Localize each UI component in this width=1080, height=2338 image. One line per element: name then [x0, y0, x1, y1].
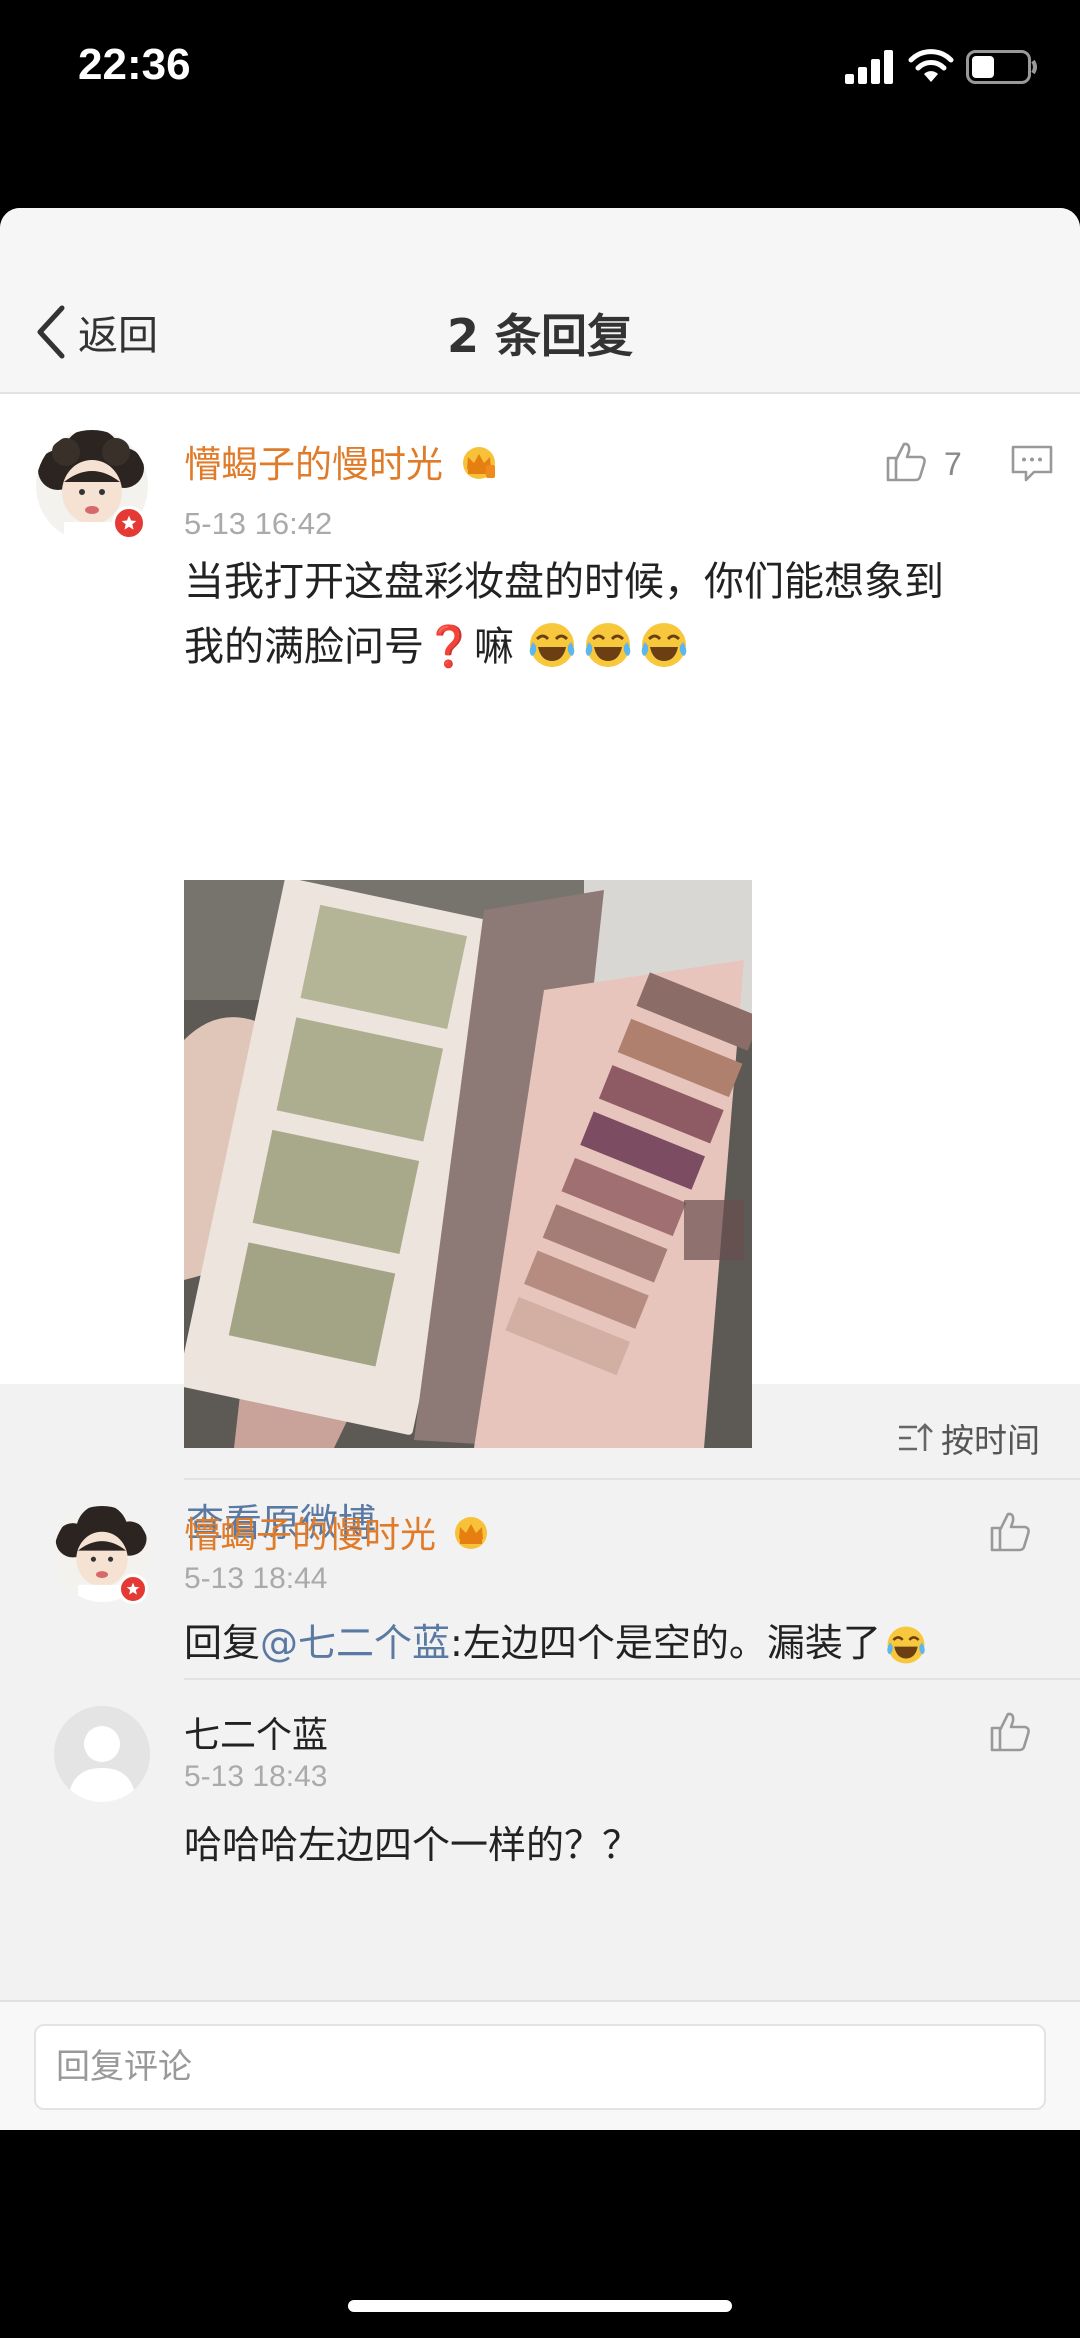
page-title: 2 条回复 [446, 309, 634, 363]
post-image[interactable] [184, 880, 752, 1448]
like-button[interactable] [988, 1710, 1032, 1756]
verified-badge-icon [112, 506, 146, 540]
like-count: 7 [944, 446, 962, 482]
sort-label: 按时间 [941, 1421, 1040, 1460]
tears-of-joy-emoji-icon [529, 623, 574, 667]
sort-button[interactable]: 按时间 [897, 1414, 1040, 1462]
like-button[interactable] [988, 1510, 1032, 1556]
username[interactable]: 懵蝎子的慢时光 [184, 1506, 491, 1558]
tears-of-joy-emoji-icon [887, 1626, 925, 1664]
tears-of-joy-emoji-icon [641, 623, 686, 667]
main-comment: 懵蝎子的慢时光 5-13 16:42 7 当我打开这盘彩妆盘的时候，你们能想象到… [0, 394, 1080, 1545]
like-button[interactable] [884, 440, 928, 486]
reply-input-bar [0, 2000, 1080, 2130]
status-time: 22:36 [78, 40, 191, 89]
timestamp: 5-13 18:44 [184, 1562, 328, 1595]
comment-text: 当我打开这盘彩妆盘的时候，你们能想象到 我的满脸问号❓嘛 [184, 559, 944, 670]
username[interactable]: 懵蝎子的慢时光 [184, 434, 499, 488]
sort-icon [899, 1423, 933, 1451]
wifi-icon [908, 49, 954, 82]
sort-bar: 按时间 [0, 1384, 1080, 1480]
battery-icon [966, 50, 1037, 84]
verified-badge-icon [118, 1574, 148, 1604]
reply-text: 回复@七二个蓝:左边四个是空的。漏装了 [184, 1612, 933, 1667]
status-bar: 22:36 [0, 0, 1080, 130]
timestamp: 5-13 18:43 [184, 1760, 328, 1793]
reply-item: 七二个蓝 5-13 18:43 哈哈哈左边四个一样的？？ [0, 1680, 1080, 1880]
reply-text: 哈哈哈左边四个一样的？？ [184, 1823, 641, 1867]
crown-icon [462, 447, 495, 479]
mention-link[interactable]: @七二个蓝 [260, 1621, 450, 1665]
username[interactable]: 七二个蓝 [184, 1706, 328, 1758]
thumbs-up-icon [990, 1712, 1030, 1752]
cellular-signal-icon [845, 50, 893, 84]
reply-input[interactable] [34, 2024, 1046, 2110]
nav-bar: 返回 2 条回复 [0, 208, 1080, 394]
timestamp: 5-13 16:42 [184, 506, 333, 541]
question-mark-emoji: ❓ [424, 624, 474, 670]
thumbs-up-icon [990, 1512, 1030, 1552]
crown-icon [455, 1517, 488, 1549]
thumbs-up-icon [886, 442, 926, 482]
home-indicator[interactable] [348, 2300, 732, 2312]
replies-panel: 返回 2 条回复 懵蝎子的慢时光 5-13 16:42 7 当我打开这盘彩妆盘的… [0, 208, 1080, 2130]
tears-of-joy-emoji-icon [585, 623, 630, 667]
avatar[interactable] [54, 1706, 150, 1802]
comment-icon[interactable] [1010, 444, 1054, 484]
reply-item: 懵蝎子的慢时光 5-13 18:44 回复@七二个蓝:左边四个是空的。漏装了 [0, 1480, 1080, 1680]
